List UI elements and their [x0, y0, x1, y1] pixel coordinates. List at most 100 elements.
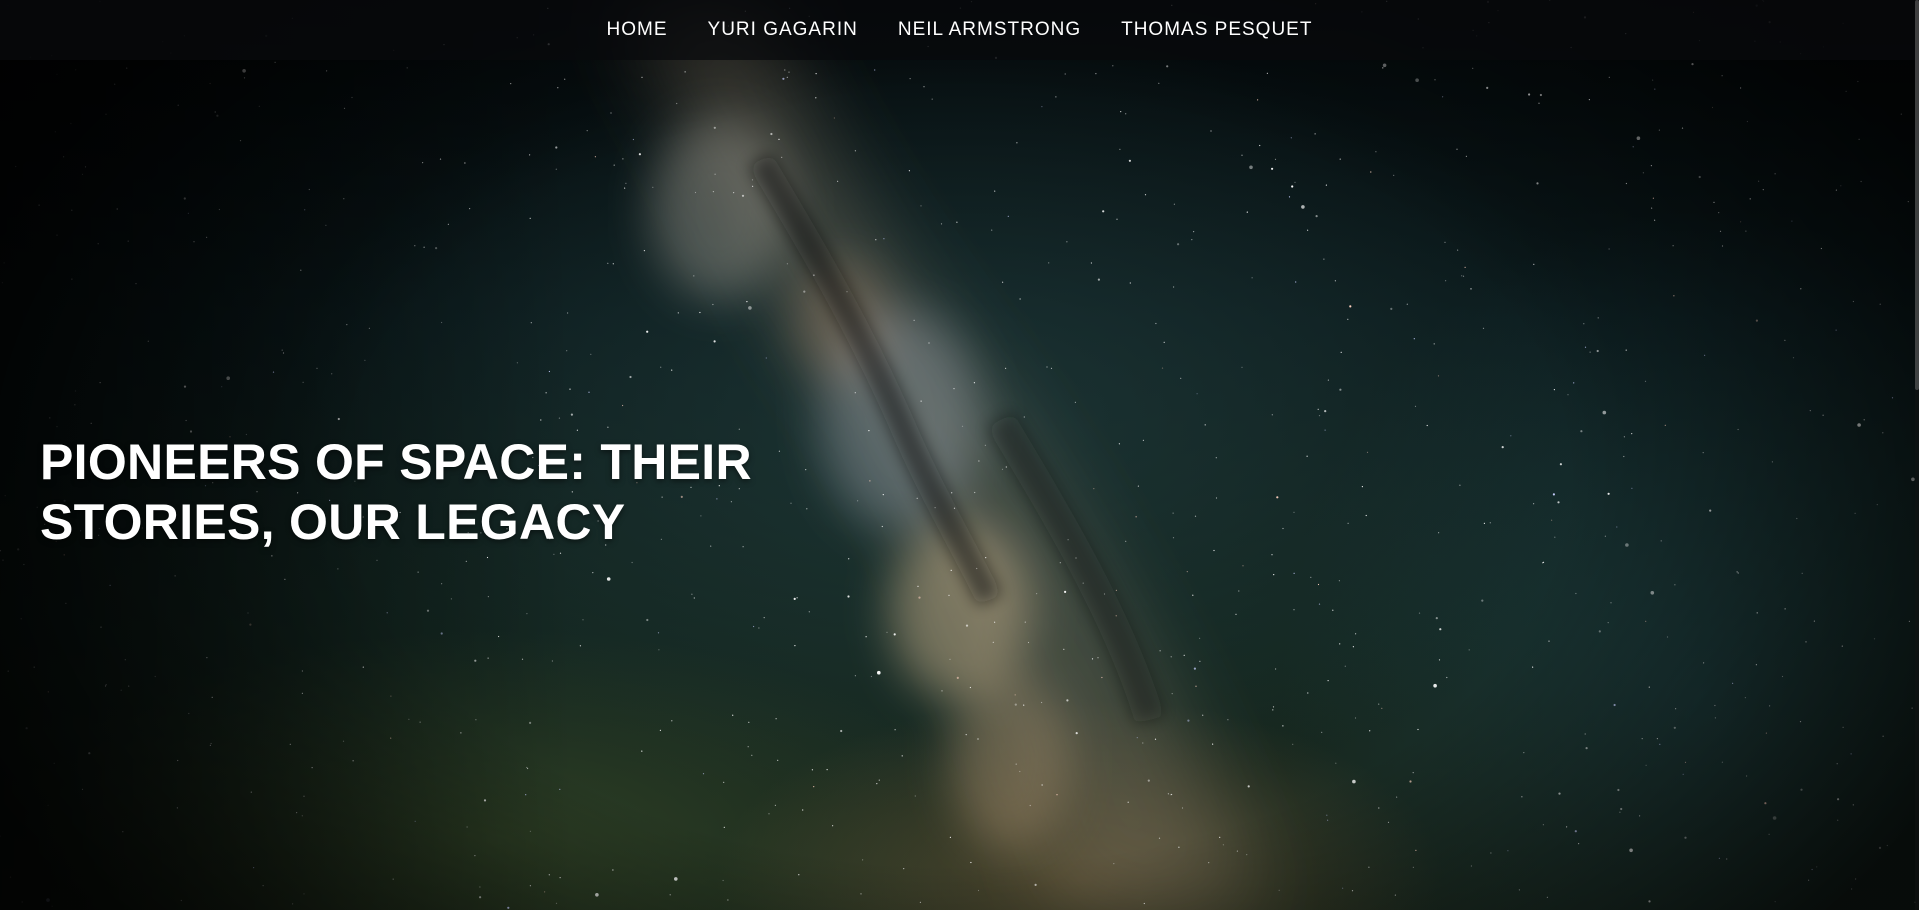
star	[702, 773, 705, 775]
star	[1273, 574, 1275, 576]
star	[1314, 133, 1316, 135]
star	[545, 392, 547, 394]
star	[1800, 788, 1803, 791]
star	[441, 321, 443, 324]
star	[529, 154, 531, 156]
star	[881, 525, 883, 528]
star	[713, 340, 716, 343]
star	[1193, 667, 1196, 670]
star	[1127, 801, 1129, 803]
star	[1863, 419, 1865, 421]
star	[1171, 693, 1173, 695]
star	[1472, 67, 1474, 69]
star	[1050, 367, 1053, 369]
star	[1063, 648, 1065, 650]
star	[919, 901, 922, 904]
star	[99, 382, 101, 384]
star	[1714, 704, 1716, 707]
star	[1163, 341, 1165, 343]
star	[808, 611, 810, 613]
star	[1412, 772, 1414, 774]
star	[1623, 455, 1625, 458]
star	[1652, 197, 1654, 199]
star	[826, 769, 828, 771]
star	[1387, 821, 1390, 824]
star	[920, 205, 922, 207]
star	[727, 899, 729, 901]
star	[1666, 636, 1669, 638]
star	[646, 330, 649, 333]
star	[1855, 878, 1857, 880]
star	[1119, 148, 1121, 150]
star	[1774, 173, 1776, 175]
star	[527, 767, 529, 770]
star	[1186, 571, 1188, 573]
star	[422, 162, 424, 164]
star	[1183, 654, 1185, 656]
star	[529, 217, 531, 219]
star	[1507, 850, 1509, 852]
star	[1718, 212, 1720, 214]
star	[1339, 643, 1341, 645]
star	[1158, 837, 1161, 839]
star	[1542, 562, 1544, 564]
star	[1396, 796, 1398, 798]
star	[564, 78, 566, 80]
page-scrollbar[interactable]	[1915, 0, 1919, 910]
star	[487, 596, 489, 598]
star	[693, 275, 695, 277]
star	[1113, 863, 1115, 865]
star	[970, 861, 972, 864]
star	[870, 675, 873, 678]
star	[1351, 890, 1354, 892]
star	[300, 269, 302, 271]
star	[714, 173, 716, 175]
star	[765, 357, 767, 359]
star	[1294, 181, 1296, 183]
star	[1713, 201, 1715, 203]
star	[862, 859, 864, 861]
star	[1382, 67, 1384, 69]
star	[1159, 650, 1161, 652]
star	[1584, 346, 1587, 348]
nav-link-thomas-pesquet[interactable]: THOMAS PESQUET	[1121, 19, 1312, 40]
star	[1251, 277, 1253, 279]
star	[128, 685, 130, 687]
star	[1583, 323, 1585, 325]
star	[226, 376, 230, 381]
star	[1501, 446, 1504, 449]
star	[1597, 317, 1599, 319]
star	[1726, 858, 1728, 860]
star	[17, 548, 20, 551]
star	[607, 262, 609, 264]
star	[1046, 366, 1048, 368]
star	[249, 623, 252, 626]
star	[1756, 612, 1758, 614]
star	[1352, 646, 1354, 648]
star	[126, 67, 128, 69]
scrollbar-thumb[interactable]	[1915, 0, 1919, 390]
nav-item-thomas-pesquet: THOMAS PESQUET	[1121, 19, 1312, 41]
star	[1066, 699, 1069, 702]
star	[439, 158, 442, 160]
star	[638, 153, 642, 156]
star	[469, 208, 471, 210]
nav-link-neil-armstrong[interactable]: NEIL ARMSTRONG	[898, 19, 1081, 40]
star	[1732, 682, 1734, 684]
star	[1075, 557, 1077, 559]
nav-link-yuri-gagarin[interactable]: YURI GAGARIN	[708, 19, 858, 40]
star	[1306, 455, 1308, 457]
star	[1349, 305, 1352, 308]
star	[1886, 844, 1888, 847]
star	[1324, 429, 1326, 431]
nav-link-home[interactable]: HOME	[607, 19, 668, 40]
star	[1769, 705, 1771, 707]
star	[1617, 788, 1620, 792]
star	[206, 236, 208, 238]
star	[74, 390, 77, 392]
star	[1142, 439, 1144, 441]
star	[1293, 609, 1295, 611]
star	[1878, 846, 1882, 850]
star	[1481, 599, 1484, 602]
star	[677, 312, 679, 314]
